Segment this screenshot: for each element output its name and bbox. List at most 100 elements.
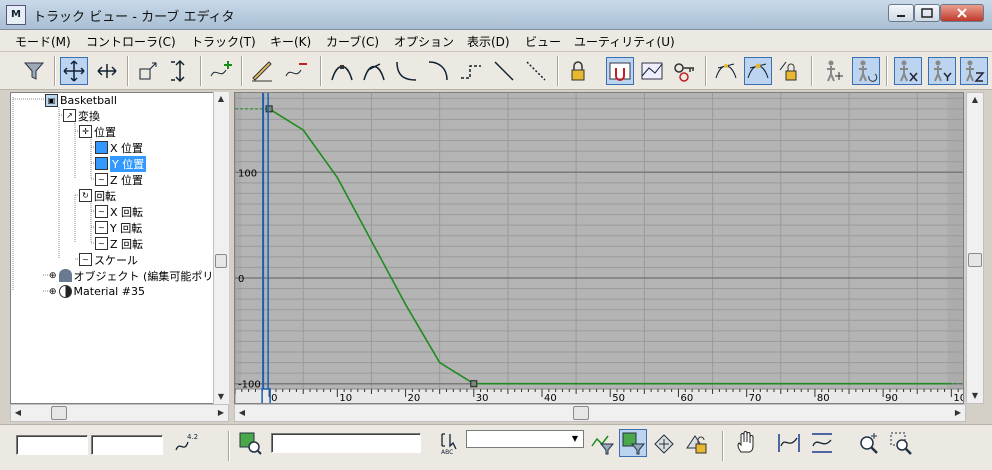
zoom-button[interactable] <box>855 429 883 457</box>
scroll-right-arrow-icon[interactable]: ▶ <box>951 406 965 420</box>
scroll-up-arrow-icon[interactable]: ▲ <box>968 93 982 107</box>
scale-keys-button[interactable] <box>134 57 162 85</box>
graph-vertical-scrollbar[interactable]: ▲ ▼ <box>966 92 984 404</box>
select-by-name-button[interactable]: ABC <box>436 429 464 457</box>
scroll-left-arrow-icon[interactable]: ◀ <box>235 406 249 420</box>
value-field[interactable] <box>91 435 163 455</box>
tangent-slow-button[interactable] <box>424 57 452 85</box>
tree-vertical-scrollbar[interactable]: ▲ ▼ <box>213 92 229 404</box>
draw-curves-button[interactable] <box>248 57 276 85</box>
tree-node-y-rotation[interactable]: ~ Y 回転 <box>95 220 142 235</box>
filter-selected-tracks-button[interactable] <box>588 429 616 457</box>
show-biped-z-button[interactable] <box>960 57 988 85</box>
menu-utilities[interactable]: ユーティリティ(U) <box>574 33 675 50</box>
expand-plus-icon[interactable]: ⊕ <box>49 287 57 297</box>
scroll-thumb[interactable] <box>573 406 589 420</box>
tree-node-label: Basketball <box>60 94 117 107</box>
tree-node-y-position[interactable]: Y 位置 <box>95 155 147 172</box>
scroll-right-arrow-icon[interactable]: ▶ <box>214 406 228 420</box>
expand-plus-icon[interactable]: ⊕ <box>49 271 57 281</box>
menu-view[interactable]: ビュー <box>525 33 561 50</box>
track-name-field[interactable] <box>271 433 421 453</box>
filter-selected-objects-button[interactable] <box>619 429 647 457</box>
tree-node-basketball[interactable]: ▣ Basketball <box>45 93 117 108</box>
frame-field[interactable] <box>16 435 88 455</box>
show-biped-rotation-button[interactable] <box>852 57 880 85</box>
tree-node-material[interactable]: ⊕ Material #35 <box>49 284 145 299</box>
menu-key[interactable]: キー(K) <box>270 33 311 50</box>
zoom-horizontal-extents-button[interactable] <box>775 429 803 457</box>
menu-track[interactable]: トラック(T) <box>191 33 256 50</box>
scroll-left-arrow-icon[interactable]: ◀ <box>11 406 25 420</box>
curve-track-icon: ~ <box>79 253 92 266</box>
menu-display[interactable]: 表示(D) <box>467 33 510 50</box>
reduce-keys-button[interactable] <box>282 57 310 85</box>
minimize-button[interactable] <box>888 4 914 22</box>
tree-node-x-rotation[interactable]: ~ X 回転 <box>95 204 143 219</box>
scroll-up-arrow-icon[interactable]: ▲ <box>214 92 228 106</box>
3dsmax-app-icon[interactable]: M <box>6 5 26 25</box>
close-button[interactable] <box>940 4 984 22</box>
selection-set-dropdown[interactable]: ▼ <box>466 430 584 448</box>
scroll-down-arrow-icon[interactable]: ▼ <box>214 390 228 404</box>
tree-horizontal-scrollbar[interactable]: ◀ ▶ <box>10 404 229 422</box>
scale-values-button[interactable] <box>166 57 194 85</box>
scroll-thumb[interactable] <box>968 253 982 267</box>
tree-node-transform[interactable]: ↗ 変換 <box>63 108 100 123</box>
scroll-down-arrow-icon[interactable]: ▼ <box>968 389 982 403</box>
zoom-selected-object-icon <box>239 432 262 455</box>
tree-node-z-position[interactable]: ~ Z 位置 <box>95 172 143 187</box>
scroll-thumb[interactable] <box>51 406 67 420</box>
menu-curve[interactable]: カーブ(C) <box>326 33 379 50</box>
curve-value-button[interactable]: 4.2 <box>172 429 200 457</box>
tree-node-scale[interactable]: ~ スケール <box>79 252 138 267</box>
tree-node-x-position[interactable]: X 位置 <box>95 140 143 155</box>
window-title: トラック ビュー - カーブ エディタ <box>33 10 235 25</box>
filters-button[interactable] <box>20 57 48 85</box>
show-all-tangents-button[interactable] <box>712 57 740 85</box>
tangent-fast-button[interactable] <box>392 57 420 85</box>
show-keyable-button[interactable] <box>670 57 698 85</box>
tree-node-z-rotation[interactable]: ~ Z 回転 <box>95 236 143 251</box>
tangent-linear-button[interactable] <box>490 57 518 85</box>
show-biped-x-button[interactable] <box>894 57 922 85</box>
tree-node-position[interactable]: ✛ 位置 <box>79 124 116 139</box>
controller-tree[interactable]: ▣ Basketball ↗ 変換 ✛ 位置 X 位置 Y 位置 ~ Z 位置 … <box>10 92 228 404</box>
move-keys-button[interactable] <box>60 57 88 85</box>
slide-keys-button[interactable] <box>93 57 121 85</box>
show-biped-y-button[interactable] <box>928 57 956 85</box>
curve-track-icon: ~ <box>95 237 108 250</box>
show-biped-position-button[interactable] <box>820 57 848 85</box>
menu-mode[interactable]: モード(M) <box>15 33 71 50</box>
active-range-background <box>241 93 948 389</box>
curve-graph[interactable]: 1000-1000102030405060708090100 <box>235 93 964 404</box>
tree-node-object[interactable]: ⊕ オブジェクト (編集可能ポリゴ <box>49 268 224 283</box>
lock-selection-button[interactable] <box>564 57 592 85</box>
snap-frames-button[interactable] <box>606 57 634 85</box>
tangent-smooth-button[interactable] <box>522 57 550 85</box>
add-keys-button[interactable] <box>207 57 235 85</box>
chevron-down-icon[interactable]: ▼ <box>568 432 582 446</box>
curve-graph-panel[interactable]: 1000-1000102030405060708090100 <box>234 92 964 404</box>
x-tick-label: 40 <box>544 393 557 404</box>
zoom-selected-object-button[interactable] <box>236 429 264 457</box>
tangent-step-button[interactable] <box>457 57 485 85</box>
x-tick-label: 30 <box>476 393 489 404</box>
scroll-thumb[interactable] <box>215 254 227 268</box>
tangent-custom-button[interactable] <box>360 57 388 85</box>
pan-button[interactable] <box>732 429 760 457</box>
lock-tangents-button[interactable] <box>776 57 804 85</box>
menu-controller[interactable]: コントローラ(C) <box>86 33 176 50</box>
zoom-value-extents-button[interactable] <box>808 429 836 457</box>
graph-horizontal-scrollbar[interactable]: ◀ ▶ <box>234 404 966 422</box>
show-tangents-button[interactable] <box>744 57 772 85</box>
zoom-region-button[interactable] <box>887 429 915 457</box>
filter-animated-tracks-button[interactable] <box>650 429 678 457</box>
x-tick-label: 90 <box>885 393 898 404</box>
tree-node-rotation[interactable]: ↻ 回転 <box>79 188 116 203</box>
maximize-button[interactable] <box>914 4 940 22</box>
tangent-auto-button[interactable] <box>328 57 356 85</box>
filter-unlocked-attributes-button[interactable] <box>682 429 710 457</box>
parameter-curve-out-of-range-button[interactable] <box>638 57 666 85</box>
menu-options[interactable]: オプション <box>394 33 454 50</box>
